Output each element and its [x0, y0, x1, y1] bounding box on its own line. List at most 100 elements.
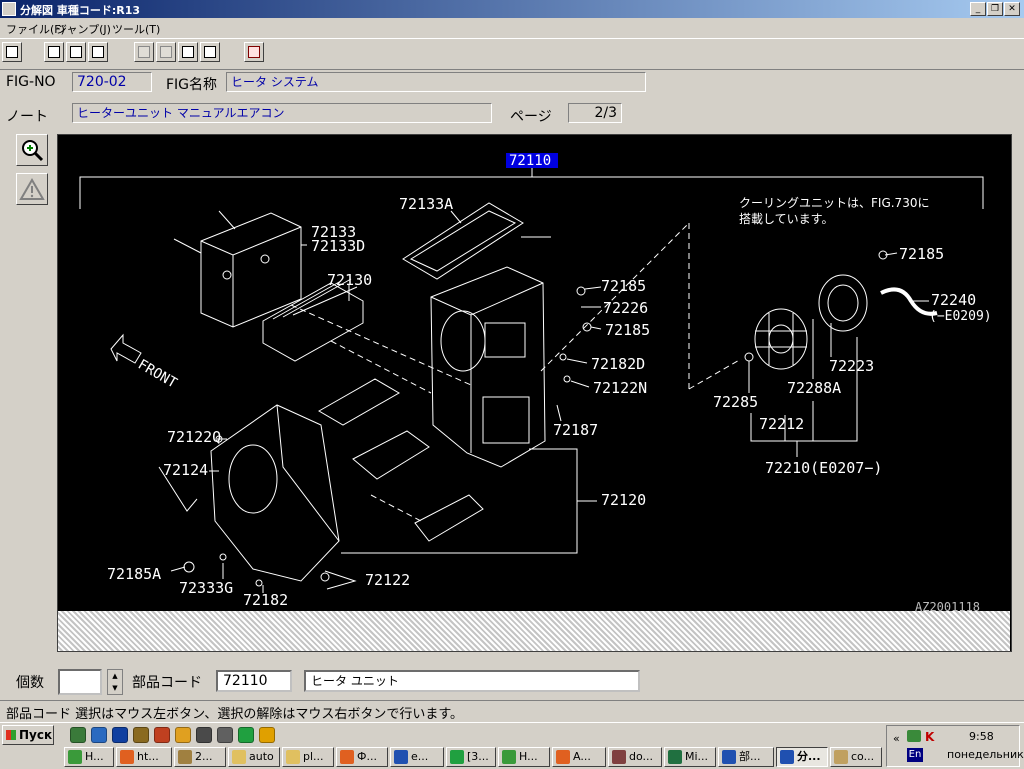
printer-icon: [6, 46, 18, 58]
windows-logo-icon: [6, 730, 16, 740]
next-fig-button[interactable]: [156, 42, 176, 62]
part-callout[interactable]: 72182: [243, 591, 288, 609]
taskbar-window-button[interactable]: 2...: [174, 747, 226, 767]
part-callout[interactable]: 72226: [603, 299, 648, 317]
stepper-down-icon[interactable]: ▼: [108, 682, 122, 694]
taskbar-window-button[interactable]: Mi...: [664, 747, 716, 767]
part-callout[interactable]: 72182D: [591, 355, 645, 373]
taskbar-window-button[interactable]: Ф...: [336, 747, 388, 767]
taskbar-window-label: e...: [411, 750, 429, 763]
part-callout[interactable]: 72187: [553, 421, 598, 439]
prev-page-button[interactable]: [178, 42, 198, 62]
taskbar-window-button[interactable]: 部...: [718, 747, 774, 767]
part-callout[interactable]: 72185: [899, 245, 944, 263]
taskbar-window-label: co...: [851, 750, 875, 763]
part-callout[interactable]: 72333G: [179, 579, 233, 597]
taskbar-window-label: A...: [573, 750, 591, 763]
taskbar-window-button[interactable]: ht...: [116, 747, 172, 767]
taskbar-window-button[interactable]: pl...: [282, 747, 334, 767]
header-part-number[interactable]: 72110: [509, 153, 551, 169]
taskbar-window-button[interactable]: [3...: [446, 747, 496, 767]
quick-launch-icon[interactable]: [154, 727, 170, 743]
part-callout[interactable]: 72285: [713, 393, 758, 411]
quick-launch-icon[interactable]: [196, 727, 212, 743]
taskbar-window-button[interactable]: 分...: [776, 747, 828, 767]
quick-launch-icon[interactable]: [112, 727, 128, 743]
diagram-canvas[interactable]: 72133A 72133D 72133 72130 72185 72226 72185 721…: [57, 134, 1012, 652]
part-callout[interactable]: 72133: [311, 223, 356, 241]
exit-button[interactable]: [244, 42, 264, 62]
app-icon: [178, 750, 192, 764]
part-code-field[interactable]: 72110: [216, 670, 292, 692]
part-name-field: ヒータ ユニット: [304, 670, 640, 692]
part-callout[interactable]: 72185A: [107, 565, 161, 583]
app-icon: [668, 750, 682, 764]
part-callout[interactable]: (−E0209): [929, 309, 992, 324]
network-icon[interactable]: [907, 730, 921, 742]
search-icon: [48, 46, 60, 58]
part-callout[interactable]: 72288A: [787, 379, 841, 397]
language-indicator[interactable]: En: [907, 748, 923, 762]
app-icon: [120, 750, 134, 764]
quick-launch-icon[interactable]: [91, 727, 107, 743]
warning-button[interactable]: [16, 173, 48, 205]
quantity-input[interactable]: [58, 669, 102, 695]
part-callout[interactable]: 72133A: [399, 195, 453, 213]
menu-tools[interactable]: ツール(T): [112, 21, 160, 37]
system-tray: « K En 9:58 понедельник: [886, 725, 1024, 767]
tray-clock[interactable]: 9:58: [969, 730, 994, 743]
next-page-icon: [204, 46, 216, 58]
part-callout[interactable]: 72212: [759, 415, 804, 433]
fig-name-field: ヒータ システム: [226, 72, 646, 92]
search-part-button[interactable]: [44, 42, 64, 62]
app-icon: [722, 750, 736, 764]
part-callout[interactable]: 72185: [605, 321, 650, 339]
fig-name-label: FIG名称: [166, 77, 218, 93]
quick-launch-icon[interactable]: [259, 727, 275, 743]
part-callout[interactable]: 72122: [365, 571, 410, 589]
part-callout[interactable]: 72124: [163, 461, 208, 479]
taskbar-window-button[interactable]: e...: [390, 747, 444, 767]
close-button[interactable]: ✕: [1004, 2, 1020, 16]
tray-day: понедельник: [947, 748, 1024, 761]
prev-fig-icon: [138, 46, 150, 58]
quick-launch-icon[interactable]: [217, 727, 233, 743]
quick-launch-icon[interactable]: [238, 727, 254, 743]
diagram-note-line1: クーリングユニットは、FIG.730に: [739, 196, 929, 210]
part-callout[interactable]: 72122N: [593, 379, 647, 397]
tray-chevron[interactable]: «: [893, 732, 900, 745]
antivirus-icon[interactable]: K: [925, 730, 934, 744]
taskbar-window-button[interactable]: do...: [608, 747, 662, 767]
quick-launch-icon[interactable]: [175, 727, 191, 743]
taskbar-window-button[interactable]: co...: [830, 747, 882, 767]
stepper-up-icon[interactable]: ▲: [108, 670, 122, 682]
toolbar: [0, 39, 1024, 70]
part-callout[interactable]: 72130: [327, 271, 372, 289]
taskbar-window-button[interactable]: H...: [498, 747, 550, 767]
part-callout[interactable]: 72240: [931, 291, 976, 309]
part-callout[interactable]: 72185: [601, 277, 646, 295]
zoom-in-button[interactable]: [16, 134, 48, 166]
taskbar-window-button[interactable]: H...: [64, 747, 114, 767]
prev-fig-button[interactable]: [134, 42, 154, 62]
list-button[interactable]: [66, 42, 86, 62]
menu-jump[interactable]: ジャンプ(J): [56, 21, 111, 37]
part-callout[interactable]: 72122Q: [167, 428, 221, 446]
minimize-button[interactable]: _: [970, 2, 986, 16]
taskbar-window-button[interactable]: auto: [228, 747, 280, 767]
print-button[interactable]: [2, 42, 22, 62]
taskbar: Пуск H... ht... 2... auto pl... Ф... e... [3...…: [0, 722, 1024, 769]
maximize-button[interactable]: ❐: [987, 2, 1003, 16]
part-callout[interactable]: 72210(E0207−): [765, 459, 882, 477]
taskbar-window-button[interactable]: A...: [552, 747, 606, 767]
part-callout[interactable]: 72223: [829, 357, 874, 375]
quick-launch-icon[interactable]: [70, 727, 86, 743]
quantity-stepper[interactable]: ▲ ▼: [107, 669, 123, 695]
quantity-label: 個数: [16, 675, 44, 691]
quick-launch-icon[interactable]: [133, 727, 149, 743]
next-page-button[interactable]: [200, 42, 220, 62]
taskbar-window-label: [3...: [467, 750, 489, 763]
start-button[interactable]: Пуск: [2, 725, 54, 745]
part-callout[interactable]: 72120: [601, 491, 646, 509]
jump-button[interactable]: [88, 42, 108, 62]
